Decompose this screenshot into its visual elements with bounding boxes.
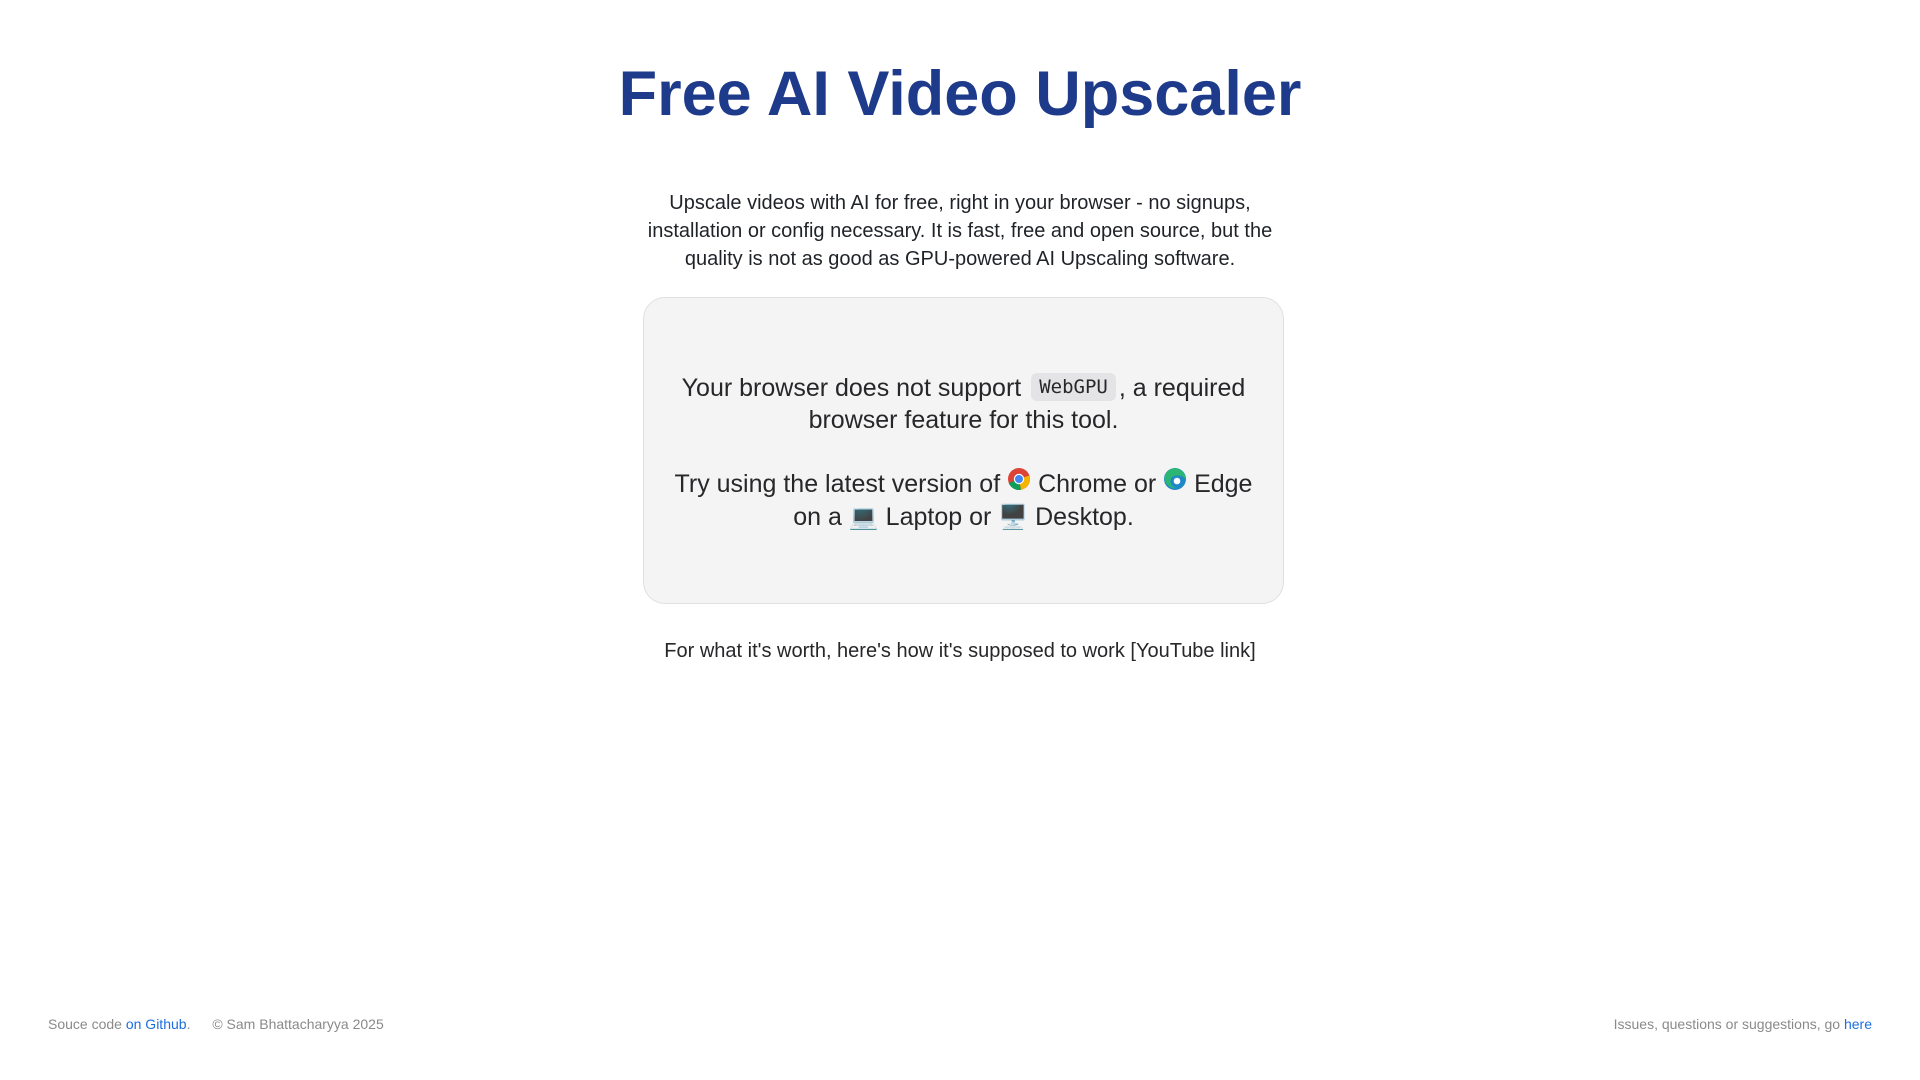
source-code-text: Souce code bbox=[48, 1016, 122, 1032]
page-title: Free AI Video Upscaler bbox=[618, 59, 1302, 129]
webgpu-warning-card: Your browser does not support WebGPU, a … bbox=[643, 297, 1284, 604]
on-a-text: on a bbox=[793, 503, 842, 532]
issues-link[interactable]: here bbox=[1844, 1016, 1872, 1032]
edge-icon bbox=[1163, 467, 1187, 499]
youtube-link[interactable]: [YouTube link] bbox=[1130, 640, 1255, 662]
or-text-2: or bbox=[969, 503, 992, 532]
demo-note: For what it's worth, here's how it's sup… bbox=[0, 637, 1920, 665]
footer-right: Issues, questions or suggestions, go her… bbox=[1614, 1015, 1872, 1033]
desktop-icon: 🖥️ bbox=[998, 502, 1029, 531]
laptop-label: Laptop bbox=[885, 503, 963, 532]
github-link[interactable]: on Github bbox=[126, 1016, 187, 1032]
desktop-label: Desktop. bbox=[1035, 503, 1134, 532]
suggestion-prefix: Try using the latest version of bbox=[674, 470, 1001, 498]
unsupported-text-start: Your browser does not support bbox=[681, 374, 1022, 402]
issues-text: Issues, questions or suggestions, go bbox=[1613, 1016, 1841, 1032]
source-code-period: . bbox=[186, 1016, 191, 1032]
demo-note-text: For what it's worth, here's how it's sup… bbox=[664, 640, 1125, 662]
page: Free AI Video Upscaler Upscale videos wi… bbox=[0, 0, 1920, 1080]
webgpu-code: WebGPU bbox=[1031, 373, 1116, 402]
laptop-icon: 💻 bbox=[848, 502, 879, 531]
chrome-label: Chrome bbox=[1038, 470, 1127, 498]
unsupported-message: Your browser does not support WebGPU, a … bbox=[674, 372, 1253, 436]
or-text-1: or bbox=[1133, 470, 1157, 498]
browser-suggestion: Try using the latest version of Chrome o… bbox=[674, 468, 1253, 535]
copyright: © Sam Bhattacharyya 2025 bbox=[212, 1016, 384, 1032]
intro-text: Upscale videos with AI for free, right i… bbox=[647, 192, 1273, 270]
edge-label: Edge bbox=[1194, 470, 1253, 498]
footer-left: Souce code on Github. © Sam Bhattacharyy… bbox=[48, 1015, 384, 1033]
chrome-icon bbox=[1007, 467, 1031, 499]
